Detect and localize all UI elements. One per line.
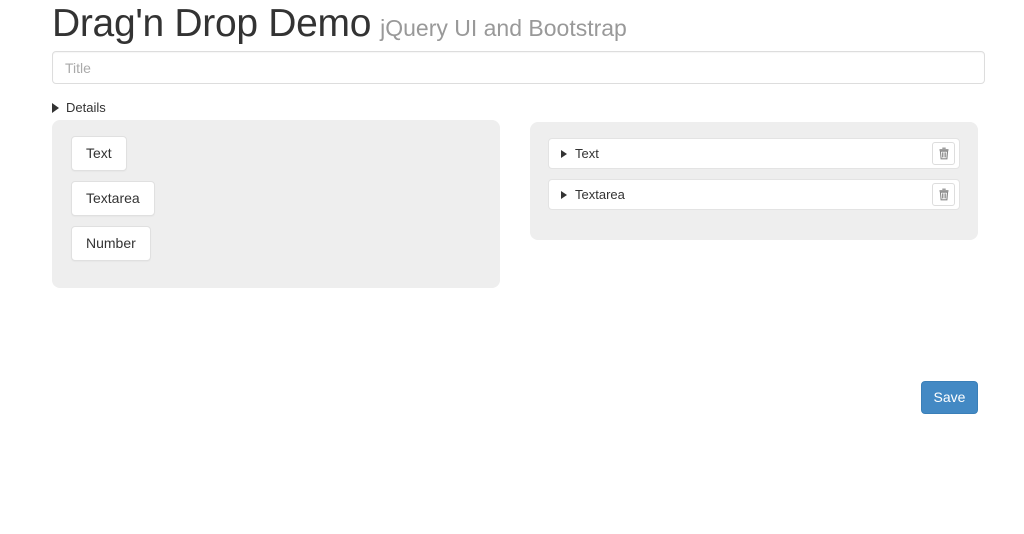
page-header: Drag'n Drop Demo jQuery UI and Bootstrap: [52, 2, 627, 46]
details-toggle[interactable]: Details: [52, 100, 106, 116]
delete-row-button[interactable]: [932, 183, 955, 206]
trash-icon: [939, 147, 948, 160]
save-button[interactable]: Save: [921, 381, 978, 414]
page-title: Drag'n Drop Demo: [52, 2, 372, 45]
drag-item-row: Number: [71, 226, 500, 271]
caret-right-icon[interactable]: [561, 190, 567, 199]
details-toggle-label: Details: [66, 100, 106, 115]
delete-row-button[interactable]: [932, 142, 955, 165]
drop-target-panel[interactable]: Text Textarea: [530, 122, 978, 240]
drop-row-label: Text: [575, 145, 599, 161]
drop-row[interactable]: Text: [548, 138, 960, 169]
caret-right-icon[interactable]: [561, 149, 567, 158]
drag-item-textarea[interactable]: Textarea: [71, 181, 155, 216]
source-palette-panel: Text Textarea Number: [52, 120, 500, 288]
drag-item-text[interactable]: Text: [71, 136, 127, 171]
caret-right-icon: [52, 103, 59, 113]
drop-row-label: Textarea: [575, 186, 625, 202]
page-subtitle: jQuery UI and Bootstrap: [380, 15, 627, 41]
drag-item-row: Textarea: [71, 181, 500, 226]
trash-icon: [939, 188, 948, 201]
drag-item-row: Text: [71, 136, 500, 181]
app-page: Drag'n Drop Demo jQuery UI and Bootstrap …: [0, 0, 1024, 534]
title-input[interactable]: [52, 51, 985, 84]
drop-row[interactable]: Textarea: [548, 179, 960, 210]
drag-item-number[interactable]: Number: [71, 226, 151, 261]
